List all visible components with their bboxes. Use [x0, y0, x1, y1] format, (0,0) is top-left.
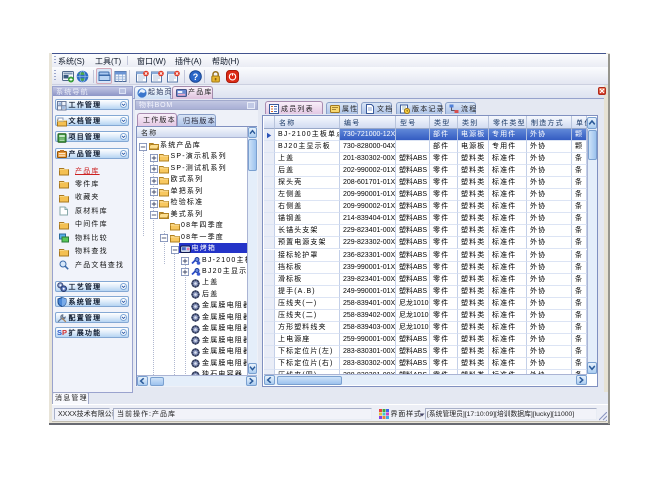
svg-text:?: ? [193, 72, 199, 82]
